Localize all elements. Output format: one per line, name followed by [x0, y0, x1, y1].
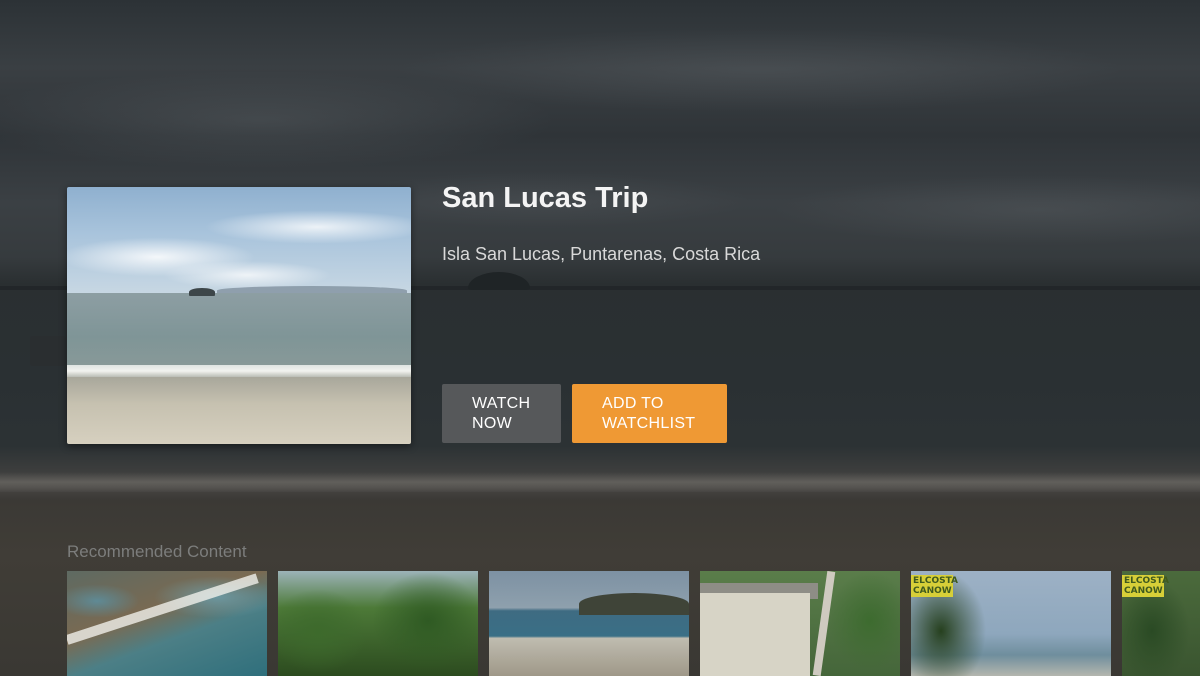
el-costa-canow-logo: ELCOSTA CANOW: [911, 575, 959, 597]
background-boat: [30, 336, 66, 366]
tile-wave: [67, 573, 259, 645]
recommended-tile[interactable]: [67, 571, 267, 676]
hero-title: San Lucas Trip: [442, 182, 649, 214]
thumb-sand: [67, 377, 411, 444]
thumb-island: [189, 288, 215, 296]
recommended-row: ELCOSTA CANOW ELCOSTA CANOW: [67, 571, 1200, 676]
watch-now-button[interactable]: WATCH NOW: [442, 384, 561, 443]
thumb-sea: [67, 293, 411, 373]
el-costa-canow-logo: ELCOSTA CANOW: [1122, 575, 1170, 597]
add-to-watchlist-label-line1: ADD TO: [602, 395, 664, 412]
recommended-tile[interactable]: [489, 571, 689, 676]
recommended-tile[interactable]: ELCOSTA CANOW: [1122, 571, 1200, 676]
tile-rock: [579, 593, 689, 615]
tile-house: [700, 593, 810, 676]
recommended-tile[interactable]: [700, 571, 900, 676]
recommended-heading: Recommended Content: [67, 542, 247, 561]
hero-thumbnail: [67, 187, 411, 444]
app-screen: San Lucas Trip Isla San Lucas, Puntarena…: [0, 0, 1200, 676]
hero-subtitle: Isla San Lucas, Puntarenas, Costa Rica: [442, 244, 761, 264]
watch-now-label-line2: NOW: [472, 415, 513, 432]
recommended-tile[interactable]: ELCOSTA CANOW: [911, 571, 1111, 676]
add-to-watchlist-button[interactable]: ADD TO WATCHLIST: [572, 384, 727, 443]
recommended-tile[interactable]: [278, 571, 478, 676]
thumb-sky: [67, 187, 411, 293]
thumb-foam: [67, 365, 411, 377]
background-wave: [0, 472, 1200, 492]
add-to-watchlist-label-line2: WATCHLIST: [602, 415, 696, 432]
watch-now-label-line1: WATCH: [472, 395, 531, 412]
